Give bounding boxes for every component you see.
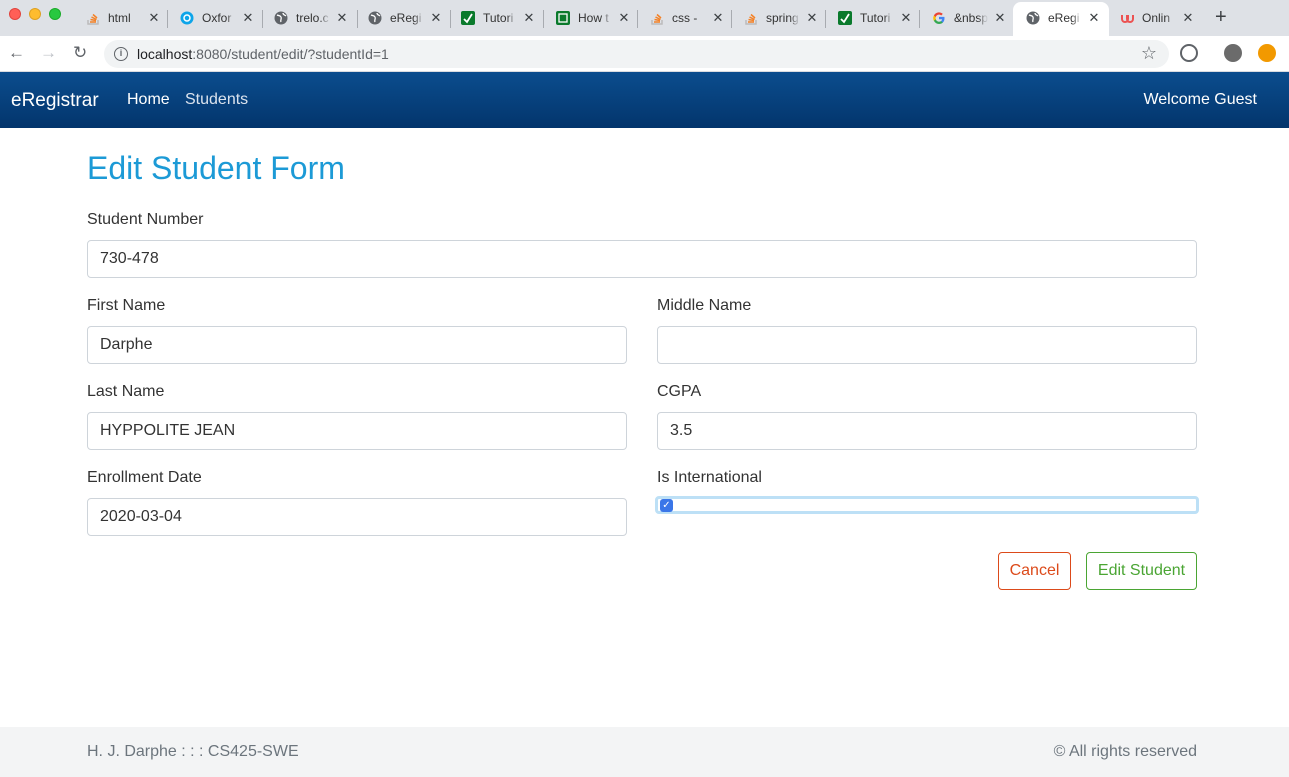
green-box-icon [556, 11, 570, 25]
url-text[interactable]: localhost:8080/student/edit/?studentId=1 [137, 46, 389, 62]
close-tab-icon[interactable]: ✕ [242, 10, 254, 26]
back-arrow-icon[interactable]: ← [8, 44, 25, 62]
browser-tab[interactable]: spring ✕ [744, 6, 818, 30]
browser-toolbar: ← → ↻ i localhost:8080/student/edit/?stu… [0, 36, 1289, 72]
sync-icon[interactable] [1180, 44, 1198, 62]
forward-arrow-icon[interactable]: → [40, 44, 57, 62]
green-check-icon [838, 11, 852, 25]
reload-icon[interactable]: ↻ [73, 44, 87, 62]
globe-icon [274, 11, 288, 25]
browser-tab[interactable]: Onlin ✕ [1120, 6, 1194, 30]
globe-blue-icon [180, 11, 194, 25]
is-international-field[interactable]: ✓ [655, 496, 1199, 514]
new-tab-button[interactable]: + [1215, 6, 1227, 28]
minimize-window-button[interactable] [29, 8, 41, 20]
maximize-window-button[interactable] [49, 8, 61, 20]
middle-name-input[interactable] [657, 326, 1197, 364]
last-name-label: Last Name [87, 383, 165, 400]
stackoverflow-icon [86, 11, 100, 25]
footer: H. J. Darphe : : : CS425-SWE © All right… [0, 727, 1289, 777]
student-number-input[interactable]: 730-478 [87, 240, 1197, 278]
enrollment-date-label: Enrollment Date [87, 469, 202, 486]
close-tab-icon[interactable]: ✕ [994, 10, 1006, 26]
close-tab-icon[interactable]: ✕ [806, 10, 818, 26]
close-tab-icon[interactable]: ✕ [523, 10, 535, 26]
footer-credits: H. J. Darphe : : : CS425-SWE [87, 743, 299, 760]
close-tab-icon[interactable]: ✕ [1088, 10, 1100, 26]
first-name-label: First Name [87, 297, 166, 314]
close-tab-icon[interactable]: ✕ [148, 10, 160, 26]
browser-tab[interactable]: html ✕ [86, 6, 160, 30]
cancel-button[interactable]: Cancel [998, 552, 1071, 590]
close-tab-icon[interactable]: ✕ [1182, 10, 1194, 26]
browser-tab[interactable]: eRegi ✕ [368, 6, 442, 30]
close-tab-icon[interactable]: ✕ [430, 10, 442, 26]
cgpa-label: CGPA [657, 383, 702, 400]
browser-tab-active[interactable]: eRegi ✕ [1026, 6, 1100, 30]
brand-link[interactable]: eRegistrar [11, 90, 99, 112]
globe-icon [368, 11, 382, 25]
close-tab-icon[interactable]: ✕ [618, 10, 630, 26]
student-number-label: Student Number [87, 211, 204, 228]
profile-avatar[interactable] [1224, 44, 1242, 62]
page-title: Edit Student Form [87, 150, 345, 186]
stackoverflow-icon [650, 11, 664, 25]
welcome-text: Welcome Guest [1143, 91, 1257, 108]
update-icon[interactable] [1258, 44, 1276, 62]
last-name-input[interactable]: HYPPOLITE JEAN [87, 412, 627, 450]
close-window-button[interactable] [9, 8, 21, 20]
nav-home-link[interactable]: Home [127, 91, 170, 109]
edit-student-button[interactable]: Edit Student [1086, 552, 1197, 590]
first-name-input[interactable]: Darphe [87, 326, 627, 364]
bookmark-star-icon[interactable]: ☆ [1141, 43, 1157, 64]
app-navbar: eRegistrar Home Students Welcome Guest [0, 72, 1289, 128]
browser-tab[interactable]: How t ✕ [556, 6, 630, 30]
cgpa-input[interactable]: 3.5 [657, 412, 1197, 450]
enrollment-date-input[interactable]: 2020-03-04 [87, 498, 627, 536]
footer-copyright: © All rights reserved [1053, 743, 1197, 760]
udemy-icon [1120, 11, 1134, 25]
globe-icon [1026, 11, 1040, 25]
green-check-icon [461, 11, 475, 25]
close-tab-icon[interactable]: ✕ [336, 10, 348, 26]
nav-students-link[interactable]: Students [185, 91, 248, 109]
is-international-checkbox[interactable]: ✓ [660, 499, 673, 512]
close-tab-icon[interactable]: ✕ [900, 10, 912, 26]
browser-tab[interactable]: css - ✕ [650, 6, 724, 30]
browser-tab[interactable]: Oxfor ✕ [180, 6, 254, 30]
browser-tab[interactable]: Tutori ✕ [461, 6, 535, 30]
browser-tab[interactable]: Tutori ✕ [838, 6, 912, 30]
browser-tab-strip: html ✕ Oxfor ✕ trelo.c ✕ eRegi ✕ Tutori … [0, 0, 1289, 36]
is-international-label: Is International [657, 469, 762, 486]
info-icon[interactable]: i [114, 47, 128, 61]
browser-tab[interactable]: &nbsp ✕ [932, 6, 1006, 30]
browser-tab[interactable]: trelo.c ✕ [274, 6, 348, 30]
stackoverflow-icon [744, 11, 758, 25]
middle-name-label: Middle Name [657, 297, 752, 314]
google-icon [932, 11, 946, 25]
address-bar[interactable]: i localhost:8080/student/edit/?studentId… [104, 40, 1169, 68]
close-tab-icon[interactable]: ✕ [712, 10, 724, 26]
